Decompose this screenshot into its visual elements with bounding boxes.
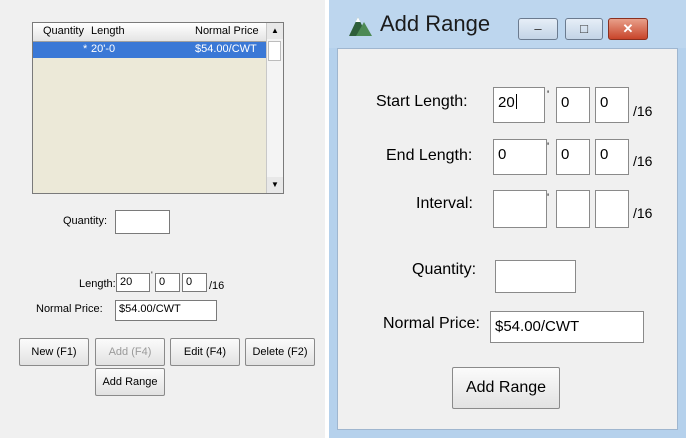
- end-length-inches-input[interactable]: 0: [556, 139, 590, 175]
- length-inches-input[interactable]: 0: [155, 273, 180, 292]
- minimize-button[interactable]: –: [518, 18, 558, 40]
- minimize-icon: –: [534, 21, 542, 36]
- quantity-input[interactable]: [495, 260, 576, 293]
- dialog-client-area: Start Length: 20 ' 0 0 /16 End Length: 0…: [337, 48, 678, 430]
- cell-normal-price: $54.00/CWT: [195, 43, 257, 55]
- normal-price-label: Normal Price:: [383, 315, 480, 332]
- feet-mark: ': [151, 270, 153, 280]
- add-button[interactable]: Add (F4): [95, 338, 165, 366]
- dialog-title: Add Range: [380, 11, 491, 36]
- list-row[interactable]: * 20'-0 $54.00/CWT: [33, 42, 267, 58]
- interval-label: Interval:: [416, 195, 473, 212]
- close-button[interactable]: ✕: [608, 18, 648, 40]
- sixteenths-unit: /16: [633, 103, 653, 119]
- app-logo-icon: [349, 17, 372, 36]
- text-cursor: [515, 94, 517, 109]
- add-range-button[interactable]: Add Range: [452, 367, 560, 409]
- length-sixteenths-input[interactable]: 0: [182, 273, 207, 292]
- price-range-list[interactable]: Quantity Length Normal Price * 20'-0 $54…: [32, 22, 284, 194]
- add-range-dialog: Add Range – □ ✕ Start Length: 20 ' 0 0 /…: [329, 0, 686, 438]
- maximize-button[interactable]: □: [565, 18, 603, 40]
- start-length-label: Start Length:: [376, 93, 468, 110]
- quantity-label: Quantity:: [63, 215, 108, 227]
- interval-feet-input[interactable]: [493, 190, 547, 228]
- close-icon: ✕: [622, 21, 634, 36]
- start-length-inches-input[interactable]: 0: [556, 87, 590, 123]
- feet-mark: ': [547, 89, 550, 101]
- length-feet-input[interactable]: 20: [116, 273, 150, 292]
- end-length-label: End Length:: [386, 147, 473, 164]
- left-panel: Quantity Length Normal Price * 20'-0 $54…: [0, 0, 325, 438]
- scroll-up-icon[interactable]: ▲: [267, 23, 283, 39]
- add-range-button[interactable]: Add Range: [95, 368, 165, 396]
- edit-button[interactable]: Edit (F4): [170, 338, 240, 366]
- feet-mark: ': [547, 141, 550, 153]
- normal-price-input[interactable]: $54.00/CWT: [490, 311, 644, 343]
- interval-inches-input[interactable]: [556, 190, 590, 228]
- length-label: Length:: [79, 278, 116, 290]
- dialog-titlebar[interactable]: Add Range – □ ✕: [329, 0, 686, 48]
- maximize-icon: □: [580, 21, 588, 36]
- list-header: Quantity Length Normal Price: [33, 23, 267, 42]
- list-scrollbar[interactable]: ▲ ▼: [266, 23, 283, 193]
- cell-length: 20'-0: [91, 43, 116, 55]
- interval-sixteenths-input[interactable]: [595, 190, 629, 228]
- normal-price-label: Normal Price:: [36, 303, 103, 315]
- sixteenths-unit: /16: [633, 205, 653, 221]
- end-length-feet-input[interactable]: 0: [493, 139, 547, 175]
- quantity-input[interactable]: [115, 210, 170, 234]
- start-length-sixteenths-input[interactable]: 0: [595, 87, 629, 123]
- end-length-sixteenths-input[interactable]: 0: [595, 139, 629, 175]
- sixteenths-unit: /16: [209, 280, 225, 292]
- start-length-feet-input[interactable]: 20: [493, 87, 545, 123]
- delete-button[interactable]: Delete (F2): [245, 338, 315, 366]
- normal-price-input[interactable]: $54.00/CWT: [115, 300, 217, 321]
- scroll-thumb[interactable]: [268, 41, 281, 61]
- scroll-down-icon[interactable]: ▼: [267, 177, 283, 193]
- column-header-quantity[interactable]: Quantity: [43, 25, 84, 37]
- quantity-label: Quantity:: [412, 261, 477, 278]
- column-header-normal-price[interactable]: Normal Price: [195, 25, 259, 37]
- column-header-length[interactable]: Length: [91, 25, 125, 37]
- feet-mark: ': [547, 192, 550, 204]
- sixteenths-unit: /16: [633, 153, 653, 169]
- new-button[interactable]: New (F1): [19, 338, 89, 366]
- cell-quantity: *: [83, 43, 88, 55]
